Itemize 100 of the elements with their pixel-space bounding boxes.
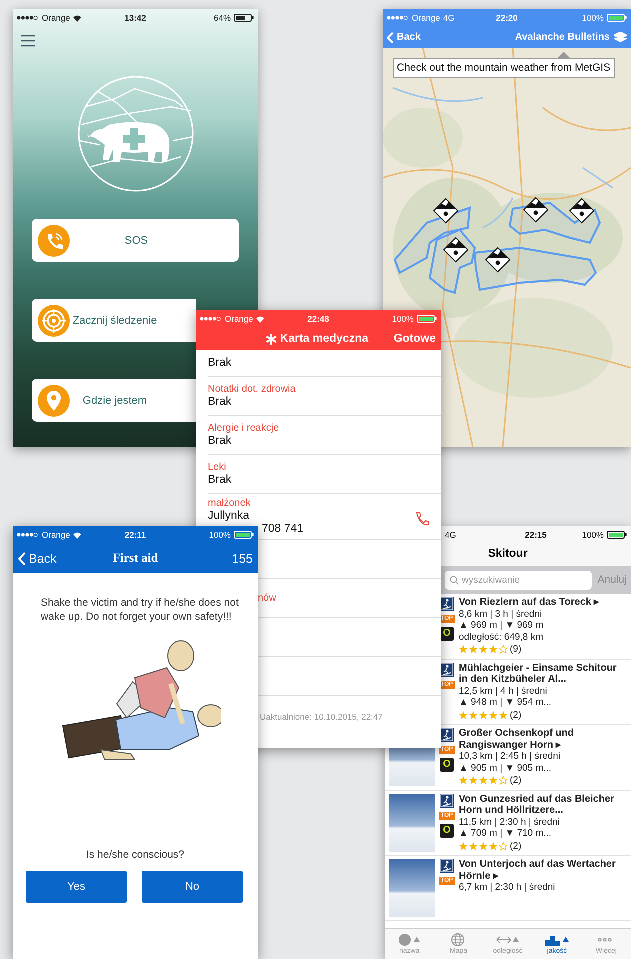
filled-star-icon [459,776,468,786]
tour-title[interactable]: Großer Ochsenkopf und Rangiswanger Horn ▸ [459,728,628,751]
last-updated-text: Uaktualnione: 10.10.2015, 22:47 [259,711,384,722]
field-value: Brak [208,396,232,409]
filled-star-icon [469,842,478,851]
carrier-name: Orange [225,314,254,324]
phone-icon[interactable] [415,512,429,526]
wifi-icon [73,14,82,22]
phone-number: 708 741 [262,523,304,536]
review-count: (2) [510,840,522,852]
field-label: Alergie i reakcje [208,422,280,435]
filled-star-icon [489,710,498,720]
difficulty-badge: O [440,627,454,641]
status-time: 22:20 [496,13,518,23]
empty-star-icon [499,842,508,851]
field-value: Brak [208,356,232,370]
tour-detail: ▲ 969 m | ▼ 969 m [459,620,545,632]
avalanche-warning-icon[interactable] [569,198,595,224]
region-outline[interactable] [474,247,598,292]
chevron-left-icon [387,32,394,44]
menu-action-button[interactable]: Zacznij śledzenie [32,299,196,342]
tour-title[interactable]: Mühlachgeier - Einsame Schitour in den Kitzbüheler Al... [459,662,628,686]
avalanche-warning-icon[interactable] [433,198,459,224]
status-time: 22:11 [124,530,146,540]
location-pin-icon [38,384,70,416]
photo-placeholder [389,794,435,852]
field-label: Notatki dot. zdrowia [208,383,296,396]
tour-title[interactable]: Von Unterjoch auf das Wertacher Hörnle ▸ [459,859,628,882]
asterisk-icon [266,334,278,344]
review-count: (2) [510,710,522,721]
avalanche-warning-icon[interactable] [523,197,549,223]
tour-detail: odległość: 649,8 km [459,632,544,643]
filled-star-icon [469,776,478,786]
field-value: Brak [208,435,232,448]
layers-icon[interactable] [614,32,627,44]
empty-star-icon [499,645,508,654]
region-outline[interactable] [394,206,472,274]
avalanche-warning-icon[interactable] [443,237,469,263]
letter-circle-icon [398,933,422,947]
review-count: (9) [510,644,522,656]
search-field[interactable]: wyszukiwanie [445,570,592,590]
difficulty-badge: O [440,824,454,838]
tour-detail: 11,5 km | 2:30 h | średni [459,816,561,828]
filled-star-icon [459,645,468,654]
filled-star-icon [479,710,488,720]
menu-action-button[interactable]: SOS [32,219,239,262]
network-type: 4G [445,530,456,540]
review-count: (2) [510,775,522,786]
chevron-left-icon [18,552,26,566]
menu-icon[interactable] [21,35,35,47]
tour-detail: 12,5 km | 4 h | średni [459,686,548,697]
signal-icon [387,15,409,21]
podium-icon [545,933,570,947]
info-banner[interactable]: Check out the mountain weather from MetGIS [393,58,615,78]
signal-icon [17,15,39,21]
answer-button[interactable]: No [142,871,243,903]
wifi-icon [256,316,266,322]
status-time: 22:48 [308,314,330,324]
field-label: Leki [208,461,226,474]
field-value: Brak [208,474,232,487]
tour-title[interactable]: Von Riezlern auf das Toreck ▸ [459,597,600,608]
screen-title: Avalanche Bulletins [514,32,610,43]
battery-percent: 100% [582,530,604,540]
back-button[interactable]: Back [18,552,78,566]
filled-star-icon [469,645,478,654]
avalanche-warning-icon[interactable] [485,247,511,273]
tour-detail: 8,6 km | 3 h | średni [459,608,544,620]
signal-icon [200,316,222,322]
carrier-name: Orange [42,13,70,23]
instruction-text: Shake the victim and try if he/she does not wake up. Do not forget your own safety!!! [41,597,240,624]
phone-icon [38,224,70,256]
done-button[interactable]: Gotowe [394,333,436,345]
network-type: 4G [443,13,455,23]
battery-percent: 100% [582,13,604,23]
target-icon [38,304,70,336]
tour-detail: ▲ 709 m | ▼ 710 m... [459,828,553,840]
tour-title[interactable]: Von Gunzesried auf das Bleicher Horn und Höllritzere... [459,794,628,816]
filled-star-icon [469,710,478,720]
screen-title: Karta medyczna [280,333,369,345]
screen-title: Skitour [487,547,529,562]
wifi-icon [73,532,82,538]
search-icon [450,576,459,584]
skier-icon [440,859,454,873]
battery-percent: 100% [392,314,414,324]
emergency-number-link[interactable]: 155 [193,552,253,566]
filled-star-icon [499,710,508,720]
question-text: Is he/she conscious? [85,849,186,861]
answer-button[interactable]: Yes [26,871,127,903]
battery-icon [607,531,627,539]
filled-star-icon [489,776,498,786]
filled-star-icon [479,776,488,786]
status-time: 22:15 [525,530,547,540]
battery-icon [234,14,254,22]
menu-action-button[interactable]: Gdzie jestem [32,379,196,422]
battery-icon [234,531,254,539]
skier-icon [440,794,454,808]
pointer-arrow-icon [558,52,570,58]
battery-percent: 100% [209,530,231,540]
status-time: 13:42 [124,13,146,23]
back-button[interactable]: Back [387,32,421,44]
